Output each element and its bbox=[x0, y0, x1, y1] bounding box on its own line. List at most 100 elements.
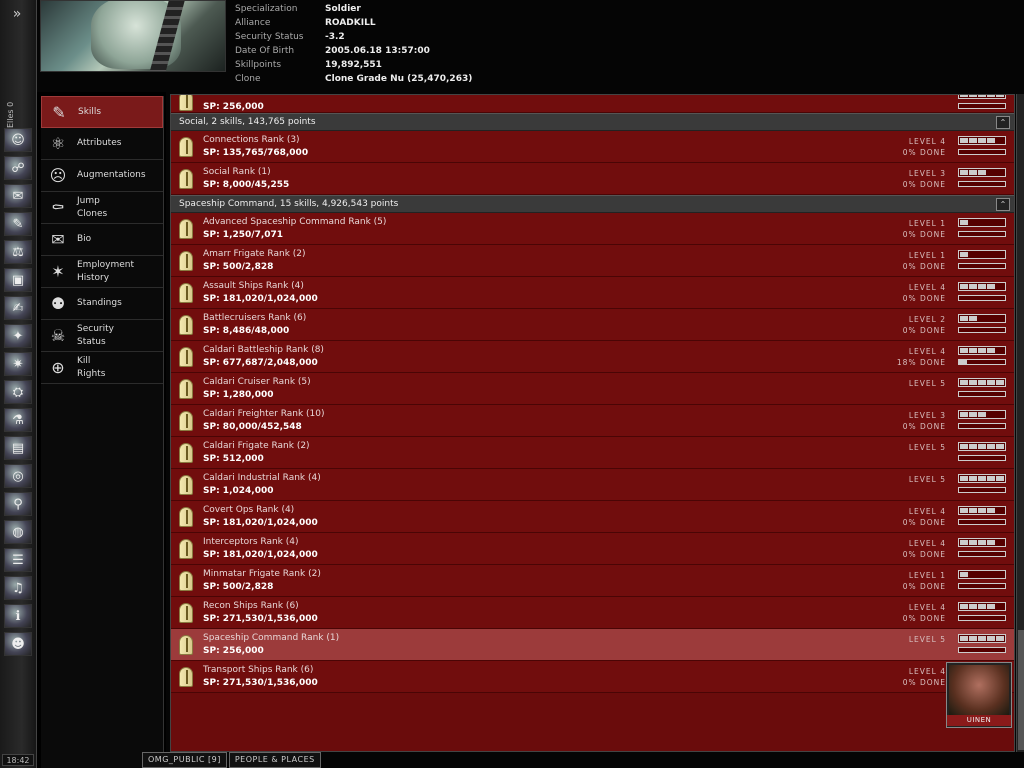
skill-book-icon bbox=[179, 379, 193, 399]
skill-sp: SP: 181,020/1,024,000 bbox=[203, 550, 318, 560]
level-bar bbox=[958, 602, 1006, 611]
wallet-icon[interactable]: ▤ bbox=[4, 436, 32, 460]
journal-icon[interactable]: ✍ bbox=[4, 296, 32, 320]
music-icon[interactable]: ♫ bbox=[4, 576, 32, 600]
nav-item-standings[interactable]: ⚉ Standings bbox=[41, 288, 163, 320]
nav-label: Augmentations bbox=[77, 170, 146, 180]
skill-sp: SP: 271,530/1,536,000 bbox=[203, 678, 318, 688]
skill-sp: SP: 8,000/45,255 bbox=[203, 180, 290, 190]
skill-row[interactable]: Minmatar Frigate Rank (2) SP: 500/2,828 LE… bbox=[171, 565, 1014, 597]
skill-group-header[interactable]: Social, 2 skills, 143,765 points ⌃ bbox=[171, 113, 1014, 131]
progress-bar bbox=[958, 423, 1006, 429]
expand-icon[interactable]: » bbox=[6, 4, 28, 24]
skill-level: LEVEL 4 bbox=[908, 347, 946, 356]
progress-bar bbox=[958, 647, 1006, 653]
info-icon[interactable]: ℹ bbox=[4, 604, 32, 628]
level-bar bbox=[958, 474, 1006, 483]
skill-row[interactable]: Caldari Freighter Rank (10) SP: 80,000/45… bbox=[171, 405, 1014, 437]
nav-item-skills[interactable]: ✎ Skills bbox=[41, 96, 163, 128]
notepad-icon[interactable]: ✎ bbox=[4, 212, 32, 236]
info-value: 19,892,551 bbox=[325, 60, 382, 70]
skill-row[interactable]: Covert Ops Rank (4) SP: 181,020/1,024,000… bbox=[171, 501, 1014, 533]
skill-row[interactable]: Spaceship Command Rank (1) SP: 256,000 LEV… bbox=[171, 629, 1014, 661]
nav-item-augmentations[interactable]: ☹ Augmentations bbox=[41, 160, 163, 192]
people-places-icon[interactable]: ☍ bbox=[4, 156, 32, 180]
nav-item-bio[interactable]: ✉ Bio bbox=[41, 224, 163, 256]
agents-icon[interactable]: ⚲ bbox=[4, 492, 32, 516]
map-icon[interactable]: ✦ bbox=[4, 324, 32, 348]
nav-label: Security Status bbox=[77, 323, 114, 347]
nav-label: Kill Rights bbox=[77, 355, 106, 379]
skill-row[interactable]: Transport Ships Rank (6) SP: 271,530/1,53… bbox=[171, 661, 1014, 693]
skill-sp: SP: 1,250/7,071 bbox=[203, 230, 284, 240]
skill-row[interactable]: Assault Ships Rank (4) SP: 181,020/1,024,… bbox=[171, 277, 1014, 309]
chat-tab[interactable]: PEOPLE & PLACES bbox=[228, 752, 321, 768]
skill-row[interactable]: Caldari Battleship Rank (8) SP: 677,687/2… bbox=[171, 341, 1014, 373]
info-value: Soldier bbox=[325, 4, 361, 14]
character-portrait[interactable] bbox=[40, 0, 226, 72]
market-icon[interactable]: ⚖ bbox=[4, 240, 32, 264]
collapse-icon[interactable]: ⌃ bbox=[996, 198, 1010, 211]
skill-row[interactable]: SP: 256,000 bbox=[171, 95, 1014, 113]
skill-sp: SP: 1,280,000 bbox=[203, 390, 274, 400]
help-icon[interactable]: ◎ bbox=[4, 464, 32, 488]
skill-name: Battlecruisers Rank (6) bbox=[203, 313, 307, 323]
skill-book-icon bbox=[179, 169, 193, 189]
mail-icon[interactable]: ✉ bbox=[4, 184, 32, 208]
nav-item-kill-rights[interactable]: ⊕ Kill Rights bbox=[41, 352, 163, 384]
collapse-icon[interactable]: ⌃ bbox=[996, 116, 1010, 129]
info-value: -3.2 bbox=[325, 32, 345, 42]
nav-item-employment-history[interactable]: ✶ Employment History bbox=[41, 256, 163, 288]
scrollbar[interactable] bbox=[1016, 94, 1024, 752]
skill-name: Interceptors Rank (4) bbox=[203, 537, 299, 547]
character-sheet-icon[interactable]: ☺ bbox=[4, 128, 32, 152]
skill-row[interactable]: Amarr Frigate Rank (2) SP: 500/2,828 LEVEL… bbox=[171, 245, 1014, 277]
progress-bar bbox=[958, 231, 1006, 237]
skill-sp: SP: 500/2,828 bbox=[203, 582, 274, 592]
skill-row[interactable]: Battlecruisers Rank (6) SP: 8,486/48,000 L… bbox=[171, 309, 1014, 341]
skill-row[interactable]: Caldari Cruiser Rank (5) SP: 1,280,000 LEV… bbox=[171, 373, 1014, 405]
skill-book-icon bbox=[179, 411, 193, 431]
nav-item-jump-clones[interactable]: ⚰ Jump Clones bbox=[41, 192, 163, 224]
skill-sp: SP: 677,687/2,048,000 bbox=[203, 358, 318, 368]
skill-row[interactable]: Connections Rank (3) SP: 135,765/768,000 L… bbox=[171, 131, 1014, 163]
skill-done: 0% DONE bbox=[902, 294, 946, 303]
logs-icon[interactable]: ☰ bbox=[4, 548, 32, 572]
level-bar bbox=[958, 634, 1006, 643]
skill-row[interactable]: Interceptors Rank (4) SP: 181,020/1,024,0… bbox=[171, 533, 1014, 565]
skill-book-icon bbox=[179, 315, 193, 335]
ship-hangar-icon[interactable]: ⛭ bbox=[4, 380, 32, 404]
scroll-thumb[interactable] bbox=[1018, 630, 1024, 750]
corporation-icon[interactable]: ✷ bbox=[4, 352, 32, 376]
science-icon[interactable]: ⚗ bbox=[4, 408, 32, 432]
skill-row[interactable]: Social Rank (1) SP: 8,000/45,255 LEVEL 3 0%… bbox=[171, 163, 1014, 195]
skill-level: LEVEL 4 bbox=[908, 603, 946, 612]
nav-item-security-status[interactable]: ☠ Security Status bbox=[41, 320, 163, 352]
nav-item-attributes[interactable]: ⚛ Attributes bbox=[41, 128, 163, 160]
skill-name: Caldari Frigate Rank (2) bbox=[203, 441, 310, 451]
browser-icon[interactable]: ◍ bbox=[4, 520, 32, 544]
nav-label: Skills bbox=[78, 106, 102, 117]
portrait-2-icon[interactable]: ☻ bbox=[4, 632, 32, 656]
bio-icon: ✉ bbox=[51, 230, 65, 249]
skill-list: SP: 256,000 Social, 2 skills, 143,765 poi… bbox=[170, 94, 1015, 752]
skill-group-header[interactable]: Spaceship Command, 15 skills, 4,926,543 … bbox=[171, 195, 1014, 213]
level-bar bbox=[958, 378, 1006, 387]
skill-sp: SP: 181,020/1,024,000 bbox=[203, 294, 318, 304]
skill-level: LEVEL 4 bbox=[908, 507, 946, 516]
nav-label: Jump Clones bbox=[77, 195, 108, 219]
info-row: Clone Clone Grade Nu (25,470,263) bbox=[235, 72, 472, 86]
skill-row[interactable]: Recon Ships Rank (6) SP: 271,530/1,536,00… bbox=[171, 597, 1014, 629]
skill-row[interactable]: Advanced Spaceship Command Rank (5) SP: 1… bbox=[171, 213, 1014, 245]
chat-tabs: OMG_PUBLIC [9] PEOPLE & PLACES bbox=[142, 752, 321, 768]
skill-row[interactable]: Caldari Frigate Rank (2) SP: 512,000 LEVEL… bbox=[171, 437, 1014, 469]
skill-name: Social Rank (1) bbox=[203, 167, 271, 177]
agent-popup[interactable]: UINEN bbox=[946, 662, 1012, 728]
chat-tab[interactable]: OMG_PUBLIC [9] bbox=[142, 752, 227, 768]
skill-level: LEVEL 4 bbox=[908, 539, 946, 548]
skill-name: Recon Ships Rank (6) bbox=[203, 601, 299, 611]
assets-icon[interactable]: ▣ bbox=[4, 268, 32, 292]
skill-row[interactable]: Caldari Industrial Rank (4) SP: 1,024,000… bbox=[171, 469, 1014, 501]
character-info: Specialization Soldier Alliance ROADKILL Sec… bbox=[235, 2, 472, 86]
skill-book-icon bbox=[179, 219, 193, 239]
